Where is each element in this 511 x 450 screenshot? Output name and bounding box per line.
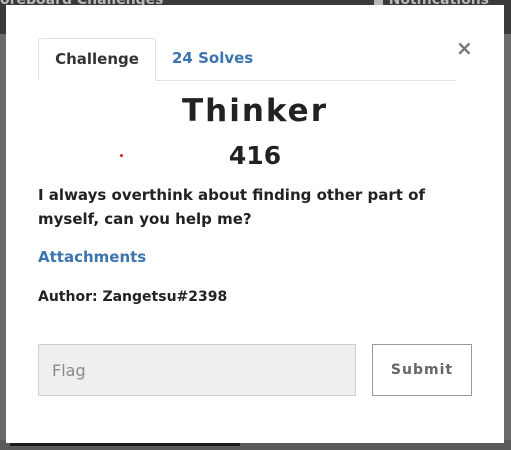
challenge-points: 416 [228,141,282,170]
challenge-modal: Challenge 24 Solves × Thinker 416 I alwa… [6,5,504,443]
tab-challenge[interactable]: Challenge [38,38,156,81]
challenge-description: I always overthink about finding other p… [38,186,426,228]
flag-input[interactable] [38,344,356,396]
challenge-author: Author: Zangetsu#2398 [38,289,228,305]
attachments-link[interactable]: Attachments [38,248,146,266]
challenge-title: Thinker [181,93,328,129]
close-icon[interactable]: × [456,37,473,59]
submit-button[interactable]: Submit [372,344,472,396]
modal-tabs: Challenge 24 Solves [38,38,456,81]
tab-solves[interactable]: 24 Solves [172,38,253,80]
